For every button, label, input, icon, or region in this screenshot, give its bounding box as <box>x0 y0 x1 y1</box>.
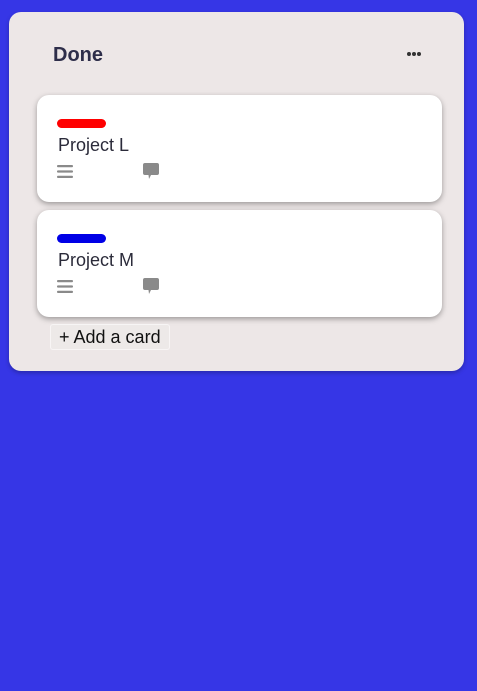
ellipsis-horizontal-icon <box>407 52 421 56</box>
card-title: Project L <box>58 135 130 155</box>
card-title: Project M <box>58 250 135 270</box>
description-lines-icon <box>57 280 73 293</box>
comment-bubble-icon <box>143 278 159 294</box>
list-done: Done Project L Project M + Add a card <box>9 12 464 371</box>
description-lines-icon <box>57 165 73 178</box>
list-menu-button[interactable] <box>403 47 425 61</box>
add-card-button[interactable]: + Add a card <box>51 325 169 349</box>
card-label-red[interactable] <box>57 119 106 128</box>
comment-bubble-icon <box>143 163 159 179</box>
list-title: Done <box>53 44 103 66</box>
card-project-m[interactable]: Project M <box>37 210 442 317</box>
card-project-l[interactable]: Project L <box>37 95 442 202</box>
card-label-blue[interactable] <box>57 234 106 243</box>
